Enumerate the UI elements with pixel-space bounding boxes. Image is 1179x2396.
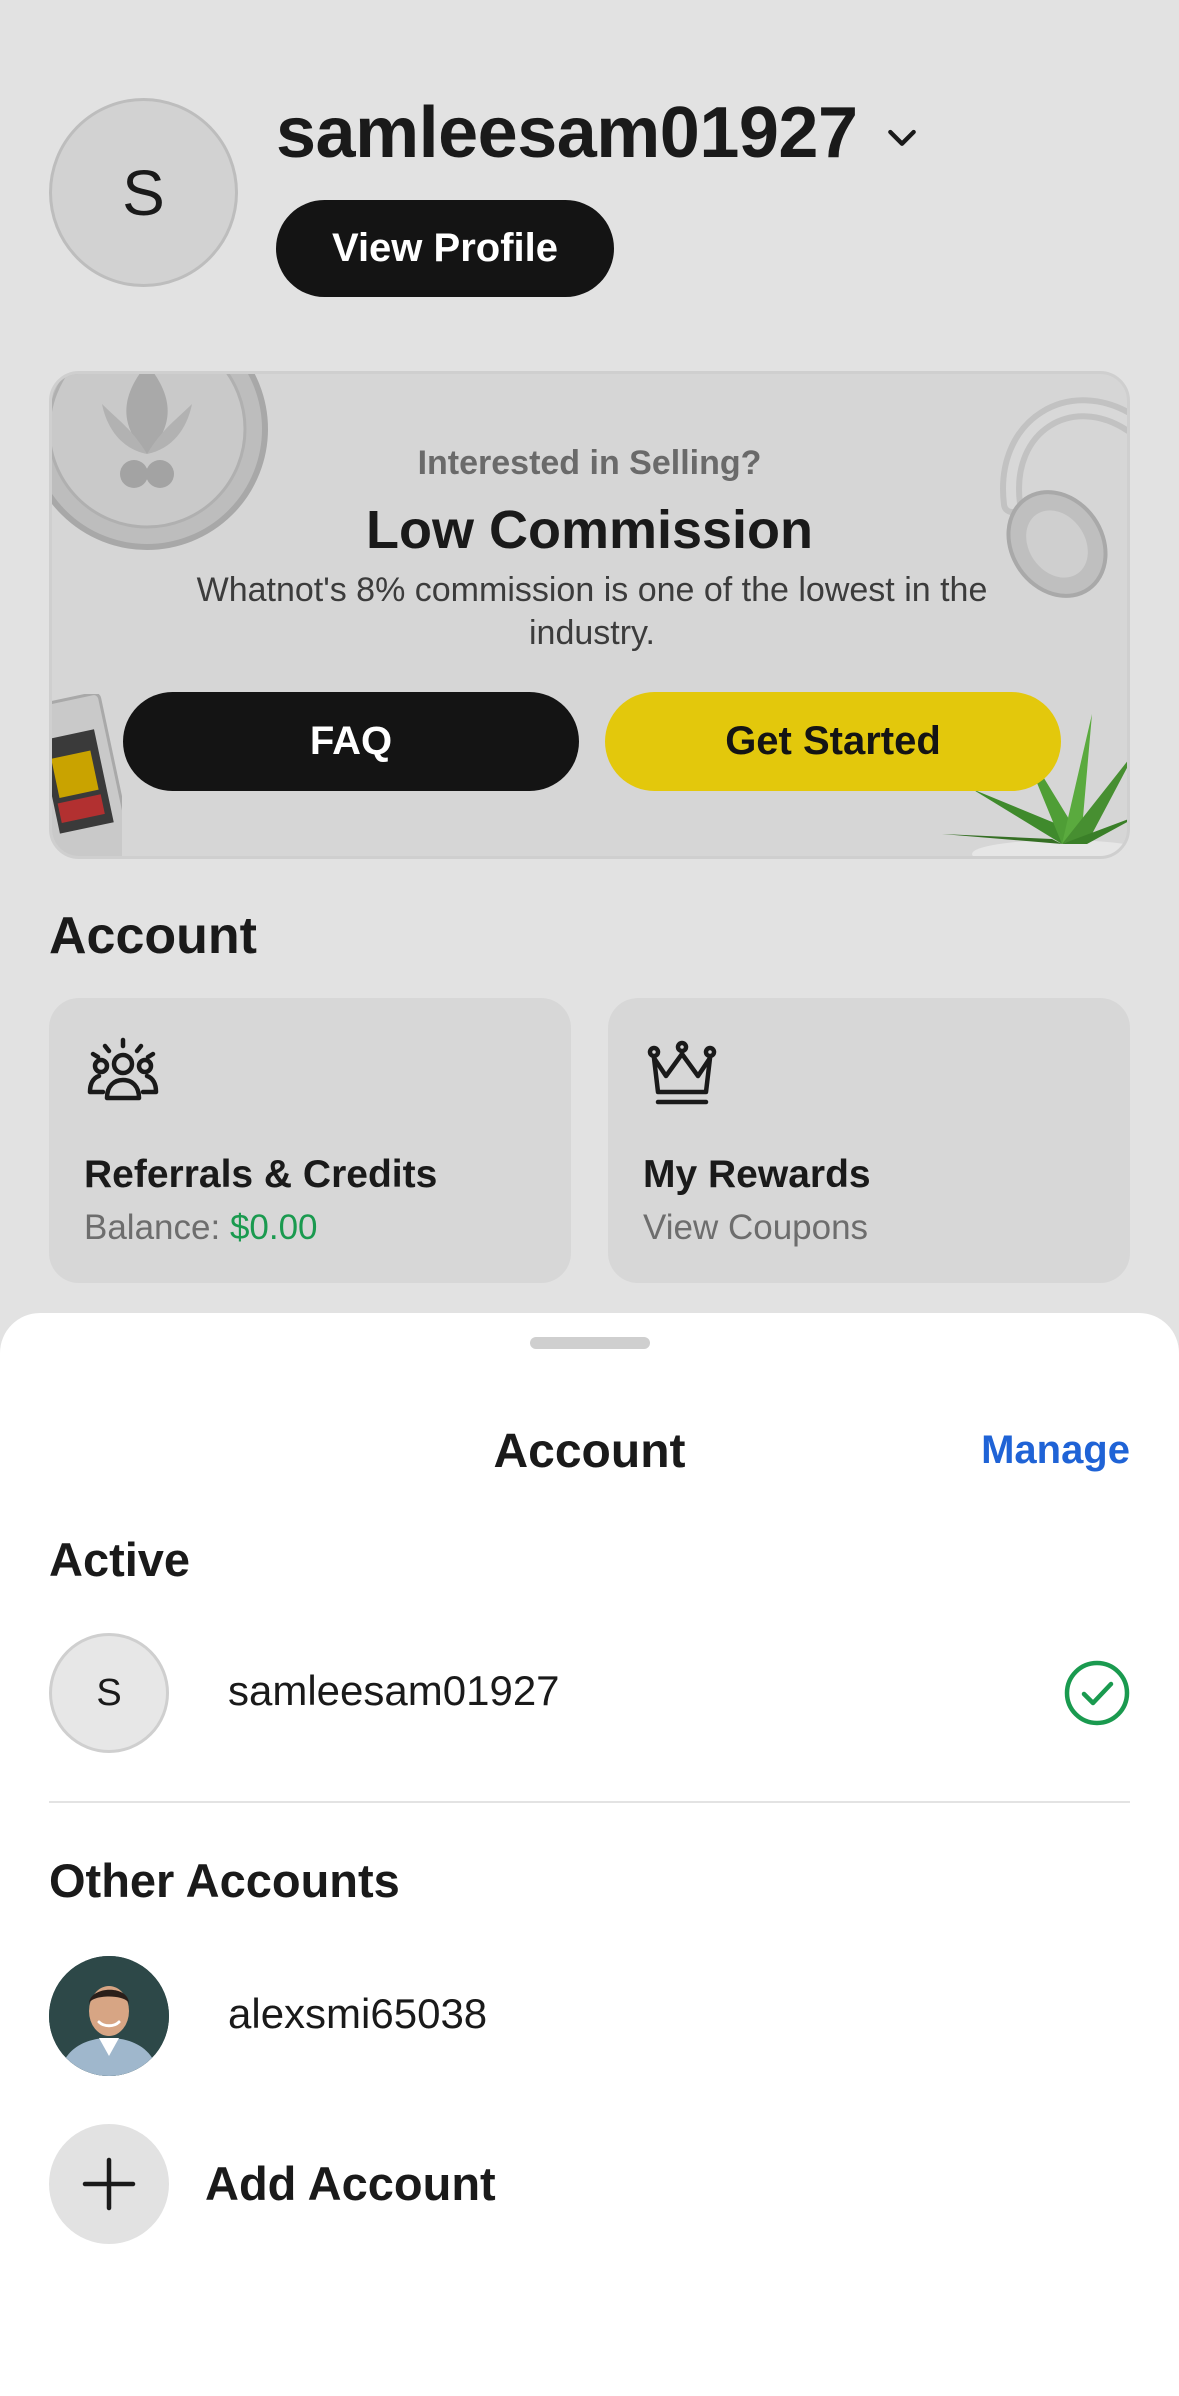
profile-avatar[interactable]: S: [49, 98, 238, 287]
referrals-balance: Balance: $0.00: [84, 1208, 318, 1248]
view-profile-button[interactable]: View Profile: [276, 200, 614, 297]
graded-card-illustration: [52, 694, 122, 856]
avatar-initial: S: [96, 1671, 122, 1714]
referrals-icon: [87, 1037, 159, 1101]
account-bottom-sheet: Account Manage Active S samleesam01927 O…: [0, 1313, 1179, 2396]
active-label: Active: [49, 1533, 191, 1586]
check-circle-icon: [1064, 1660, 1130, 1726]
account-section-title: Account: [49, 907, 257, 965]
get-started-button[interactable]: Get Started: [605, 692, 1061, 791]
chevron-down-icon[interactable]: [882, 117, 922, 157]
balance-label: Balance:: [84, 1208, 230, 1247]
avatar: S: [49, 1633, 169, 1753]
divider: [49, 1801, 1130, 1803]
active-account-row[interactable]: S samleesam01927: [0, 1633, 1179, 1753]
rewards-subtitle: View Coupons: [643, 1208, 869, 1247]
account-switcher[interactable]: samleesam01927: [276, 92, 922, 174]
avatar: [49, 1956, 169, 2076]
account-username: alexsmi65038: [228, 1990, 488, 2037]
add-account-row[interactable]: Add Account: [0, 2124, 1179, 2244]
sheet-grabber[interactable]: [530, 1337, 650, 1349]
account-username: samleesam01927: [228, 1667, 560, 1714]
referrals-credits-tile[interactable]: Referrals & Credits Balance: $0.00: [49, 998, 571, 1283]
other-account-row[interactable]: alexsmi65038: [0, 1956, 1179, 2076]
promo-description: Whatnot's 8% commission is one of the lo…: [196, 571, 988, 652]
plus-icon: [49, 2124, 169, 2244]
rewards-title: My Rewards: [643, 1153, 871, 1196]
avatar-initial: S: [122, 156, 165, 229]
seller-promo-card[interactable]: Interested in Selling? Low Commission Wh…: [49, 371, 1130, 859]
other-accounts-label: Other Accounts: [49, 1854, 400, 1907]
promo-kicker: Interested in Selling?: [417, 444, 762, 482]
referrals-title: Referrals & Credits: [84, 1153, 438, 1196]
manage-button[interactable]: Manage: [981, 1428, 1130, 1473]
crown-icon: [647, 1040, 717, 1105]
faq-button[interactable]: FAQ: [123, 692, 579, 791]
balance-value: $0.00: [229, 1208, 318, 1247]
my-rewards-tile[interactable]: My Rewards View Coupons: [608, 998, 1130, 1283]
promo-title: Low Commission: [365, 500, 814, 560]
user-photo: [49, 1956, 169, 2076]
add-account-label: Add Account: [205, 2157, 496, 2210]
username-title[interactable]: samleesam01927: [276, 92, 858, 174]
